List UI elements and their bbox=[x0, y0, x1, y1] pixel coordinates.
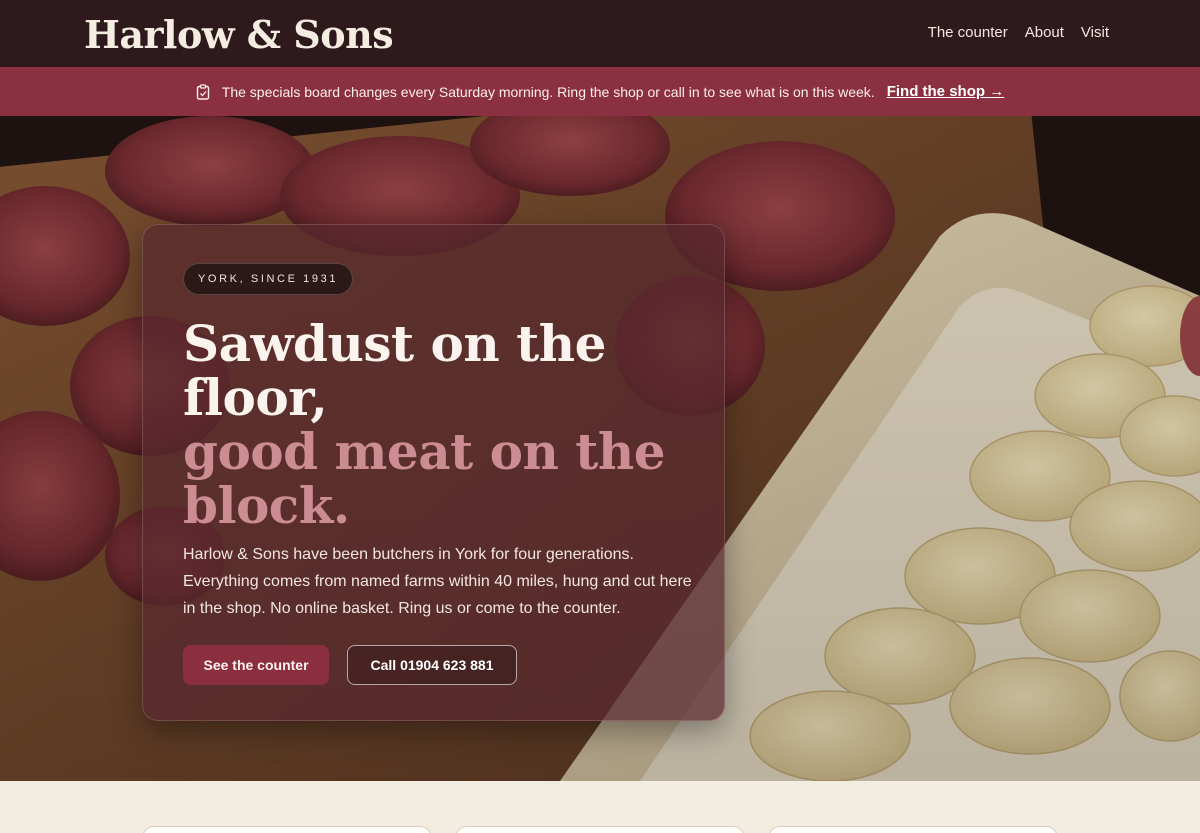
hero-description: Harlow & Sons have been butchers in York… bbox=[183, 546, 692, 617]
hero-headline: Sawdust on the floor, good meat on the b… bbox=[183, 317, 703, 533]
nav-link-visit[interactable]: Visit bbox=[1081, 24, 1109, 41]
info-card bbox=[142, 826, 432, 833]
lower-section bbox=[0, 781, 1200, 833]
headline-line-1: Sawdust on the floor, bbox=[183, 314, 606, 427]
nav-link-about[interactable]: About bbox=[1025, 24, 1064, 41]
see-counter-button[interactable]: See the counter bbox=[183, 645, 329, 685]
nav-link-counter[interactable]: The counter bbox=[928, 24, 1008, 41]
specials-notice-bar: The specials board changes every Saturda… bbox=[0, 67, 1200, 116]
info-card bbox=[768, 826, 1058, 833]
main-nav: The counter About Visit bbox=[928, 24, 1109, 41]
find-shop-link[interactable]: Find the shop → bbox=[887, 83, 1005, 100]
site-header: Harlow & Sons The counter About Visit bbox=[0, 0, 1200, 67]
info-card bbox=[455, 826, 745, 833]
hero-section: YORK, SINCE 1931 Sawdust on the floor, g… bbox=[0, 116, 1200, 781]
hero-card: YORK, SINCE 1931 Sawdust on the floor, g… bbox=[142, 224, 725, 721]
call-shop-button[interactable]: Call 01904 623 881 bbox=[347, 645, 517, 685]
clipboard-icon bbox=[196, 83, 209, 100]
notice-text: The specials board changes every Saturda… bbox=[221, 83, 875, 100]
since-badge: YORK, SINCE 1931 bbox=[183, 263, 354, 295]
brand-logo[interactable]: Harlow & Sons bbox=[84, 12, 394, 57]
headline-line-2: good meat on the block. bbox=[183, 422, 666, 535]
